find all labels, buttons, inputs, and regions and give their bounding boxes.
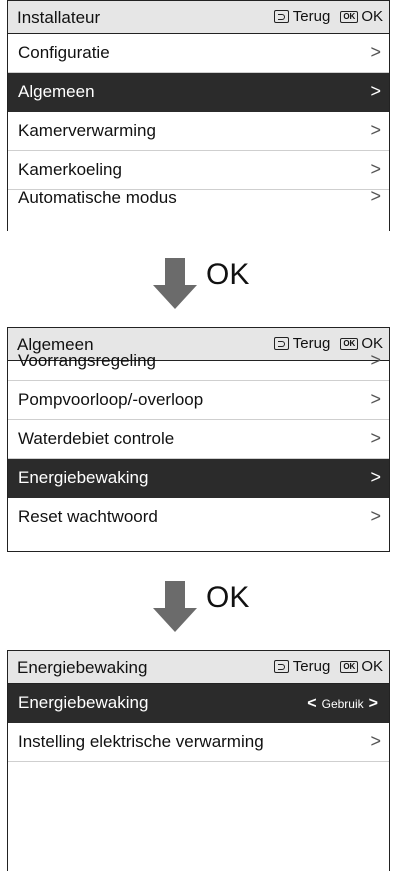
menu-item-label: Waterdebiet controle	[18, 429, 175, 448]
menu-item-label: Reset wachtwoord	[18, 507, 158, 526]
value-selector[interactable]: < Gebruik >	[302, 695, 383, 713]
menu-item-kamerkoeling[interactable]: Kamerkoeling >	[8, 151, 389, 190]
step-label: OK	[206, 258, 250, 291]
chevron-right-icon: >	[370, 350, 381, 370]
menu-item-label: Voorrangsregeling	[18, 351, 156, 370]
menu-item-label: Kamerkoeling	[18, 160, 122, 179]
menu-item-waterdebiet-controle[interactable]: Waterdebiet controle >	[8, 420, 389, 459]
menu-item-energiebewaking[interactable]: Energiebewaking >	[8, 459, 389, 498]
ok-icon[interactable]: OK	[340, 660, 359, 673]
back-label[interactable]: Terug	[293, 658, 331, 675]
chevron-right-icon: >	[370, 731, 381, 751]
menu-item-kamerverwarming[interactable]: Kamerverwarming >	[8, 112, 389, 151]
title-controls: Terug OK OK	[273, 8, 383, 25]
ok-icon[interactable]: OK	[340, 10, 359, 23]
chevron-right-icon: >	[370, 120, 381, 140]
menu-item-label: Automatische modus	[18, 188, 177, 207]
back-label[interactable]: Terug	[293, 335, 331, 352]
screen-algemeen: Algemeen Terug OK OK Voorrangsregeling >…	[7, 327, 390, 552]
chevron-right-icon: >	[370, 186, 381, 206]
menu-item-pompvoorloop[interactable]: Pompvoorloop/-overloop >	[8, 381, 389, 420]
chevron-right-icon: >	[370, 467, 381, 487]
ok-label[interactable]: OK	[361, 658, 383, 675]
chevron-right-icon: >	[370, 159, 381, 179]
menu-item-automatische-modus[interactable]: Automatische modus >	[8, 186, 389, 207]
screen-energiebewaking: Energiebewaking Terug OK OK Energiebewak…	[7, 650, 390, 871]
menu-item-instelling-elektrische-verwarming[interactable]: Instelling elektrische verwarming >	[8, 723, 389, 762]
menu-item-voorrangsregeling[interactable]: Voorrangsregeling >	[8, 350, 389, 381]
screen-title: Energiebewaking	[17, 658, 148, 677]
arrow-down-icon	[153, 258, 197, 309]
menu-item-label: Kamerverwarming	[18, 121, 156, 140]
back-icon[interactable]	[273, 10, 289, 23]
back-icon[interactable]	[273, 660, 289, 673]
setting-label: Energiebewaking	[18, 693, 149, 712]
title-controls: Terug OK OK	[273, 658, 383, 675]
chevron-right-icon: >	[370, 81, 381, 101]
chevron-right-icon: >	[370, 428, 381, 448]
menu-item-label: Pompvoorloop/-overloop	[18, 390, 204, 409]
menu-item-label: Energiebewaking	[18, 468, 149, 487]
menu-item-algemeen[interactable]: Algemeen >	[8, 73, 389, 112]
title-controls: Terug OK OK	[273, 335, 383, 352]
menu-item-label: Instelling elektrische verwarming	[18, 732, 264, 751]
arrow-down-icon	[153, 581, 197, 632]
chevron-right-icon[interactable]: >	[369, 695, 378, 713]
chevron-right-icon: >	[370, 506, 381, 526]
back-icon[interactable]	[273, 337, 289, 350]
menu-item-reset-wachtwoord[interactable]: Reset wachtwoord >	[8, 498, 389, 537]
menu-item-label: Algemeen	[18, 82, 95, 101]
back-label[interactable]: Terug	[293, 8, 331, 25]
ok-label[interactable]: OK	[361, 8, 383, 25]
title-bar: Energiebewaking Terug OK OK	[8, 650, 389, 684]
ok-icon[interactable]: OK	[340, 337, 359, 350]
title-bar: Installateur Terug OK OK	[8, 0, 389, 34]
menu-item-label: Configuratie	[18, 43, 110, 62]
step-label: OK	[206, 581, 250, 614]
screen-title: Installateur	[17, 8, 101, 27]
chevron-right-icon: >	[370, 42, 381, 62]
screen-installateur: Installateur Terug OK OK Configuratie > …	[7, 0, 390, 231]
setting-energiebewaking[interactable]: Energiebewaking < Gebruik >	[8, 684, 389, 723]
menu-item-configuratie[interactable]: Configuratie >	[8, 34, 389, 73]
chevron-right-icon: >	[370, 389, 381, 409]
chevron-left-icon[interactable]: <	[307, 695, 316, 713]
setting-value: Gebruik	[321, 697, 364, 711]
